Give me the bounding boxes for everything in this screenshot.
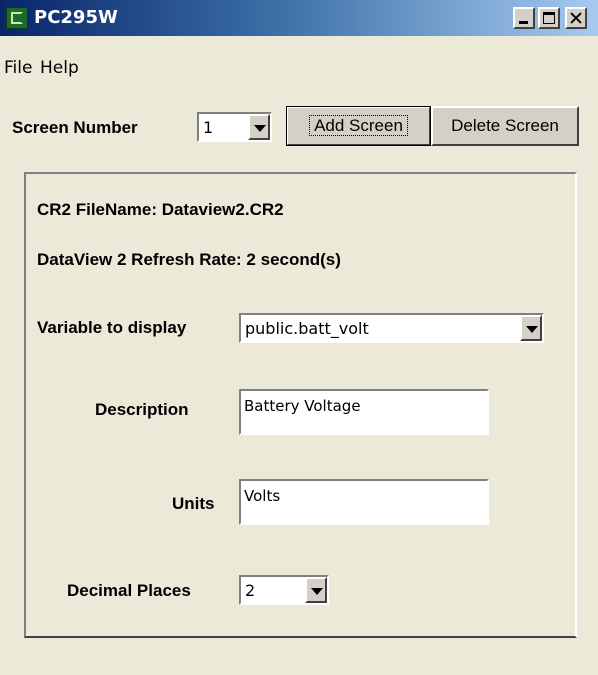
app-window: PC295W File Help Screen Number 1 Add Scr… bbox=[0, 0, 598, 675]
cr2-filename: CR2 FileName: Dataview2.CR2 bbox=[37, 200, 284, 219]
chevron-down-icon[interactable] bbox=[305, 577, 327, 603]
refresh-rate: DataView 2 Refresh Rate: 2 second(s) bbox=[37, 250, 341, 269]
close-button[interactable] bbox=[565, 7, 587, 29]
title-bar[interactable]: PC295W bbox=[0, 0, 598, 36]
units-field[interactable]: Volts bbox=[239, 479, 489, 525]
screen-number-value: 1 bbox=[203, 118, 214, 137]
delete-screen-button[interactable]: Delete Screen bbox=[431, 106, 579, 146]
add-screen-button[interactable]: Add Screen bbox=[286, 106, 431, 146]
screen-number-combobox[interactable]: 1 bbox=[197, 112, 272, 142]
menu-file[interactable]: File bbox=[4, 58, 32, 78]
variable-label: Variable to display bbox=[37, 318, 187, 337]
minimize-button[interactable] bbox=[513, 7, 535, 29]
decimal-places-combobox[interactable]: 2 bbox=[239, 575, 329, 605]
chevron-down-icon[interactable] bbox=[520, 315, 542, 341]
maximize-button[interactable] bbox=[538, 7, 560, 29]
screen-number-label: Screen Number bbox=[12, 118, 138, 137]
menu-help[interactable]: Help bbox=[40, 58, 79, 78]
chevron-down-icon[interactable] bbox=[248, 114, 270, 140]
variable-combobox[interactable]: public.batt_volt bbox=[239, 313, 544, 343]
app-icon bbox=[6, 7, 28, 29]
decimal-places-label: Decimal Places bbox=[67, 581, 191, 600]
description-field[interactable]: Battery Voltage bbox=[239, 389, 489, 435]
decimal-places-value: 2 bbox=[245, 581, 256, 600]
window-title: PC295W bbox=[34, 7, 118, 28]
description-label: Description bbox=[95, 400, 189, 419]
variable-value: public.batt_volt bbox=[245, 319, 369, 338]
units-label: Units bbox=[172, 494, 215, 513]
